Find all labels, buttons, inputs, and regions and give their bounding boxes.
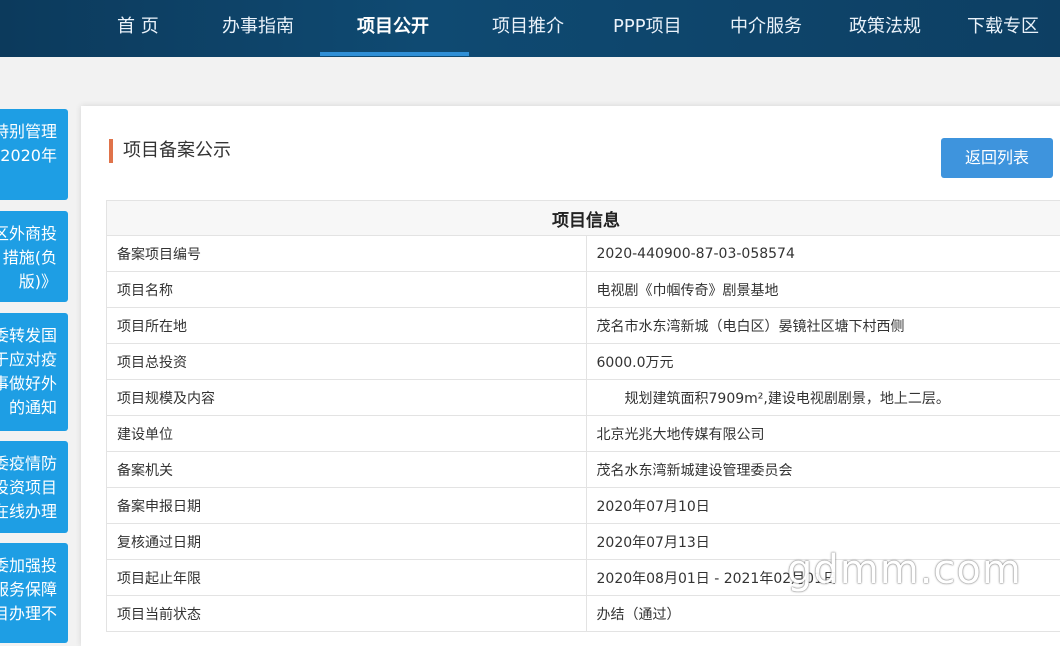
table-row: 项目名称 电视剧《巾帼传奇》剧景基地 [107, 272, 1060, 308]
table-row: 备案机关 茂名水东湾新城建设管理委员会 [107, 452, 1060, 488]
sidebar-news-item[interactable]: 特别管理 2020年 [0, 109, 68, 200]
sidebar-news-line: 委转发国 [0, 324, 57, 348]
sidebar-news-line: 于应对疫 [0, 348, 57, 372]
sidebar-news-line: 服务保障 [0, 578, 57, 602]
field-value: 2020年07月10日 [586, 488, 1060, 524]
sidebar-news-item[interactable]: 委转发国 于应对疫 事做好外 的通知 [0, 313, 68, 431]
sidebar-news-line: 2020年 [0, 144, 57, 168]
field-value: 北京光兆大地传媒有限公司 [586, 416, 1060, 452]
sidebar-news-line: 委加强投 [0, 554, 57, 578]
top-nav: 首 页 办事指南 项目公开 项目推介 PPP项目 中介服务 政策法规 下载专区 [0, 0, 1060, 57]
field-label: 项目所在地 [107, 308, 587, 344]
nav-item-project-promo[interactable]: 项目推介 [492, 0, 564, 54]
table-row: 备案项目编号 2020-440900-87-03-058574 [107, 236, 1060, 272]
table-title: 项目信息 [107, 201, 1060, 236]
field-label: 项目起止年限 [107, 560, 587, 596]
table-row: 项目当前状态 办结（通过） [107, 596, 1060, 632]
field-value: 6000.0万元 [586, 344, 1060, 380]
field-value: 办结（通过） [586, 596, 1060, 632]
table-header-row: 项目信息 [107, 201, 1060, 236]
page-title: 项目备案公示 [109, 139, 231, 163]
table-row: 项目规模及内容 规划建筑面积7909m²,建设电视剧剧景，地上二层。 [107, 380, 1060, 416]
nav-item-policy[interactable]: 政策法规 [849, 0, 921, 54]
nav-item-home[interactable]: 首 页 [117, 0, 159, 54]
sidebar-news-item[interactable]: 委加强投 服务保障 目办理不 [0, 543, 68, 643]
field-value: 茂名水东湾新城建设管理委员会 [586, 452, 1060, 488]
nav-item-ppp[interactable]: PPP项目 [613, 0, 682, 54]
sidebar-news-line: 目办理不 [0, 602, 57, 626]
site-watermark: gdmm.com [787, 547, 1022, 593]
active-tab-indicator [320, 52, 469, 56]
nav-item-project-public[interactable]: 项目公开 [357, 0, 429, 54]
field-value: 规划建筑面积7909m²,建设电视剧剧景，地上二层。 [586, 380, 1060, 416]
field-value: 电视剧《巾帼传奇》剧景基地 [586, 272, 1060, 308]
nav-item-agency[interactable]: 中介服务 [730, 0, 802, 54]
field-label: 项目当前状态 [107, 596, 587, 632]
field-value: 茂名市水东湾新城（电白区）晏镜社区塘下村西侧 [586, 308, 1060, 344]
field-label: 复核通过日期 [107, 524, 587, 560]
sidebar-news-line: 事做好外 [0, 372, 57, 396]
sidebar-news-line: 措施(负 [0, 246, 57, 270]
sidebar-news-item[interactable]: 区外商投 措施(负 版)》 [0, 211, 68, 302]
sidebar-news-item[interactable]: 委疫情防 投资项目 在线办理 [0, 441, 68, 533]
field-label: 备案项目编号 [107, 236, 587, 272]
sidebar-news-line: 委疫情防 [0, 452, 57, 476]
nav-item-download[interactable]: 下载专区 [967, 0, 1039, 54]
sidebar-news-line: 特别管理 [0, 120, 57, 144]
sidebar-news-line: 在线办理 [0, 500, 57, 524]
back-to-list-button[interactable]: 返回列表 [941, 138, 1053, 178]
sidebar-news-line: 的通知 [0, 396, 57, 420]
table-row: 建设单位 北京光兆大地传媒有限公司 [107, 416, 1060, 452]
nav-item-guide[interactable]: 办事指南 [222, 0, 294, 54]
table-row: 备案申报日期 2020年07月10日 [107, 488, 1060, 524]
field-label: 备案机关 [107, 452, 587, 488]
field-value-text: 规划建筑面积7909m²,建设电视剧剧景，地上二层。 [597, 388, 950, 408]
field-label: 项目名称 [107, 272, 587, 308]
field-label: 项目总投资 [107, 344, 587, 380]
sidebar-news-line: 区外商投 [0, 222, 57, 246]
field-label: 备案申报日期 [107, 488, 587, 524]
field-value: 2020-440900-87-03-058574 [586, 236, 1060, 272]
field-label: 建设单位 [107, 416, 587, 452]
table-row: 项目所在地 茂名市水东湾新城（电白区）晏镜社区塘下村西侧 [107, 308, 1060, 344]
field-label: 项目规模及内容 [107, 380, 587, 416]
sidebar-news-line: 投资项目 [0, 476, 57, 500]
table-row: 项目总投资 6000.0万元 [107, 344, 1060, 380]
sidebar-news-line: 版)》 [0, 270, 57, 294]
